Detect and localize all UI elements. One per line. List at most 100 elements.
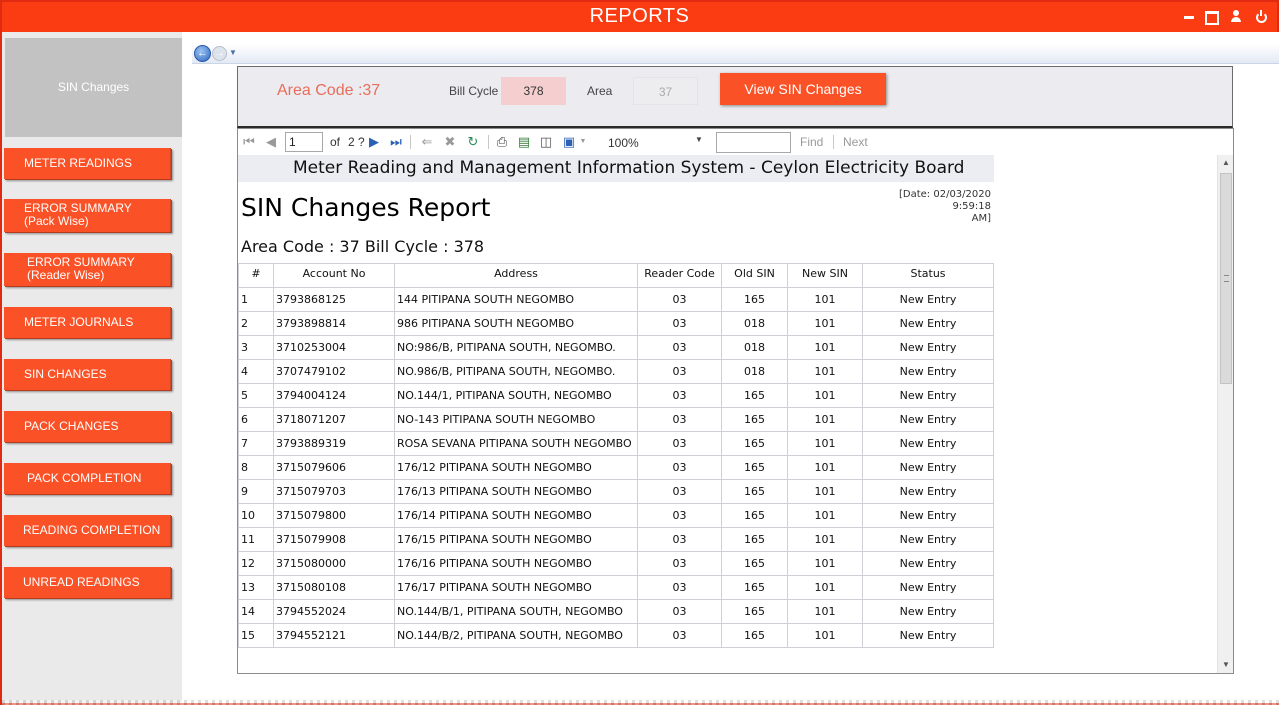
table-cell: 176/14 PITIPANA SOUTH NEGOMBO bbox=[394, 503, 638, 528]
find-link[interactable]: Find bbox=[800, 135, 823, 149]
table-cell: 5 bbox=[238, 383, 274, 408]
table-cell: 165 bbox=[721, 623, 788, 648]
first-page-icon[interactable]: ⏮ bbox=[242, 135, 256, 149]
table-cell: 15 bbox=[238, 623, 274, 648]
table-cell: 03 bbox=[637, 551, 722, 576]
table-cell: 101 bbox=[787, 431, 863, 456]
table-cell: 03 bbox=[637, 311, 722, 336]
table-cell: NO-143 PITIPANA SOUTH NEGOMBO bbox=[394, 407, 638, 432]
report-date-line2: AM] bbox=[971, 213, 991, 224]
power-icon[interactable] bbox=[1254, 9, 1268, 23]
meter-journals-button[interactable]: METER JOURNALS bbox=[4, 307, 171, 338]
back-to-parent-icon[interactable]: ⇐ bbox=[420, 135, 434, 149]
zoom-select[interactable]: 100% bbox=[601, 133, 705, 152]
report-viewer: ⏮ ◀ 1 of 2 ? ▶ ⏭ ⇐ ✖ ↻ ⎙ ▤ ◫ ▣ ▼ 100% ▼ bbox=[237, 128, 1234, 674]
view-sin-changes-button[interactable]: View SIN Changes bbox=[720, 73, 886, 105]
table-cell: 165 bbox=[721, 575, 788, 600]
page-number-input[interactable]: 1 bbox=[285, 132, 323, 152]
table-cell: 03 bbox=[637, 575, 722, 600]
column-header: Address bbox=[394, 263, 638, 288]
table-cell: 165 bbox=[721, 455, 788, 480]
meter-readings-button[interactable]: METER READINGS bbox=[4, 148, 171, 179]
scroll-thumb[interactable] bbox=[1220, 173, 1232, 384]
print-icon[interactable]: ⎙ bbox=[495, 135, 509, 149]
area-field[interactable]: 37 bbox=[633, 77, 698, 105]
pack-completion-button[interactable]: PACK COMPLETION bbox=[4, 463, 171, 494]
last-page-icon[interactable]: ⏭ bbox=[389, 135, 403, 149]
sidebar-header: SIN Changes bbox=[5, 38, 182, 137]
report-scrollbar[interactable]: ▲ ▼ bbox=[1217, 155, 1233, 673]
table-cell: New Entry bbox=[862, 311, 994, 336]
scroll-down-icon[interactable]: ▼ bbox=[1218, 657, 1234, 673]
table-cell: 165 bbox=[721, 431, 788, 456]
bill-cycle-field[interactable]: 378 bbox=[501, 77, 566, 105]
bill-cycle-label: Bill Cycle bbox=[449, 84, 499, 98]
previous-page-icon[interactable]: ◀ bbox=[264, 135, 278, 149]
table-cell: ROSA SEVANA PITIPANA SOUTH NEGOMBO bbox=[394, 431, 638, 456]
table-cell: 12 bbox=[238, 551, 274, 576]
table-cell: 176/17 PITIPANA SOUTH NEGOMBO bbox=[394, 575, 638, 600]
pack-changes-button[interactable]: PACK CHANGES bbox=[4, 411, 171, 442]
main-content: ← → ▼ Area Code :37 Bill Cycle 378 Area … bbox=[182, 32, 1279, 703]
column-header: Reader Code bbox=[637, 263, 722, 288]
page-setup-icon[interactable]: ◫ bbox=[539, 135, 553, 149]
table-cell: NO:986/B, PITIPANA SOUTH, NEGOMBO. bbox=[394, 335, 638, 360]
table-cell: 3715080000 bbox=[273, 551, 395, 576]
toolbar-separator bbox=[833, 135, 834, 149]
maximize-icon[interactable] bbox=[1204, 9, 1219, 25]
grip-icon bbox=[1224, 275, 1229, 282]
forward-arrow-icon[interactable]: → bbox=[212, 46, 227, 61]
error-summary-reader-wise-button[interactable]: ERROR SUMMARY (Reader Wise) bbox=[4, 253, 171, 286]
column-header: New SIN bbox=[787, 263, 863, 288]
table-cell: 03 bbox=[637, 383, 722, 408]
table-cell: 101 bbox=[787, 575, 863, 600]
table-cell: 101 bbox=[787, 479, 863, 504]
table-cell: 4 bbox=[238, 359, 274, 384]
table-cell: 018 bbox=[721, 311, 788, 336]
next-page-icon[interactable]: ▶ bbox=[367, 135, 381, 149]
table-row: 3 3710253004 NO:986/B, PITIPANA SOUTH, NEG… bbox=[238, 335, 994, 360]
column-header: Status bbox=[862, 263, 994, 288]
table-cell: 03 bbox=[637, 479, 722, 504]
table-cell: New Entry bbox=[862, 455, 994, 480]
reading-completion-button[interactable]: READING COMPLETION bbox=[4, 515, 171, 546]
history-dropdown-icon[interactable]: ▼ bbox=[229, 48, 237, 57]
table-cell: 165 bbox=[721, 527, 788, 552]
app-window: REPORTS SIN Changes METER READINGS ERROR… bbox=[0, 0, 1279, 705]
user-icon[interactable] bbox=[1229, 9, 1243, 23]
table-cell: 101 bbox=[787, 311, 863, 336]
table-cell: 03 bbox=[637, 287, 722, 312]
table-cell: 11 bbox=[238, 527, 274, 552]
window-title: REPORTS bbox=[589, 5, 690, 27]
table-cell: New Entry bbox=[862, 623, 994, 648]
table-row: 7 3793889319 ROSA SEVANA PITIPANA SOUTH NE… bbox=[238, 431, 994, 456]
table-cell: 176/16 PITIPANA SOUTH NEGOMBO bbox=[394, 551, 638, 576]
table-cell: 03 bbox=[637, 431, 722, 456]
unread-readings-button[interactable]: UNREAD READINGS bbox=[4, 567, 171, 598]
minimize-icon[interactable] bbox=[1182, 9, 1196, 23]
print-layout-icon[interactable]: ▤ bbox=[517, 135, 531, 149]
table-cell: New Entry bbox=[862, 359, 994, 384]
report-toolbar: ⏮ ◀ 1 of 2 ? ▶ ⏭ ⇐ ✖ ↻ ⎙ ▤ ◫ ▣ ▼ 100% ▼ bbox=[238, 129, 1233, 155]
scroll-up-icon[interactable]: ▲ bbox=[1218, 155, 1234, 171]
table-cell: 101 bbox=[787, 383, 863, 408]
error-summary-pack-wise-button[interactable]: ERROR SUMMARY (Pack Wise) bbox=[4, 199, 171, 232]
table-cell: 101 bbox=[787, 599, 863, 624]
stop-icon[interactable]: ✖ bbox=[443, 135, 457, 149]
table-body: 1 3793868125 144 PITIPANA SOUTH NEGOMBO 03 1… bbox=[238, 287, 994, 648]
zoom-dropdown-icon[interactable]: ▼ bbox=[695, 135, 703, 144]
export-icon[interactable]: ▣ bbox=[562, 135, 576, 149]
table-cell: 3793868125 bbox=[273, 287, 395, 312]
find-input[interactable] bbox=[716, 132, 791, 153]
export-dropdown-icon[interactable]: ▼ bbox=[576, 135, 590, 149]
table-cell: 101 bbox=[787, 527, 863, 552]
table-cell: 10 bbox=[238, 503, 274, 528]
table-cell: 3715079908 bbox=[273, 527, 395, 552]
column-header: Old SIN bbox=[721, 263, 788, 288]
button-label-line2: (Pack Wise) bbox=[24, 214, 89, 228]
refresh-icon[interactable]: ↻ bbox=[466, 135, 480, 149]
next-link[interactable]: Next bbox=[843, 135, 868, 149]
table-cell: 03 bbox=[637, 455, 722, 480]
sin-changes-button[interactable]: SIN CHANGES bbox=[4, 359, 171, 390]
back-arrow-icon[interactable]: ← bbox=[194, 45, 211, 62]
